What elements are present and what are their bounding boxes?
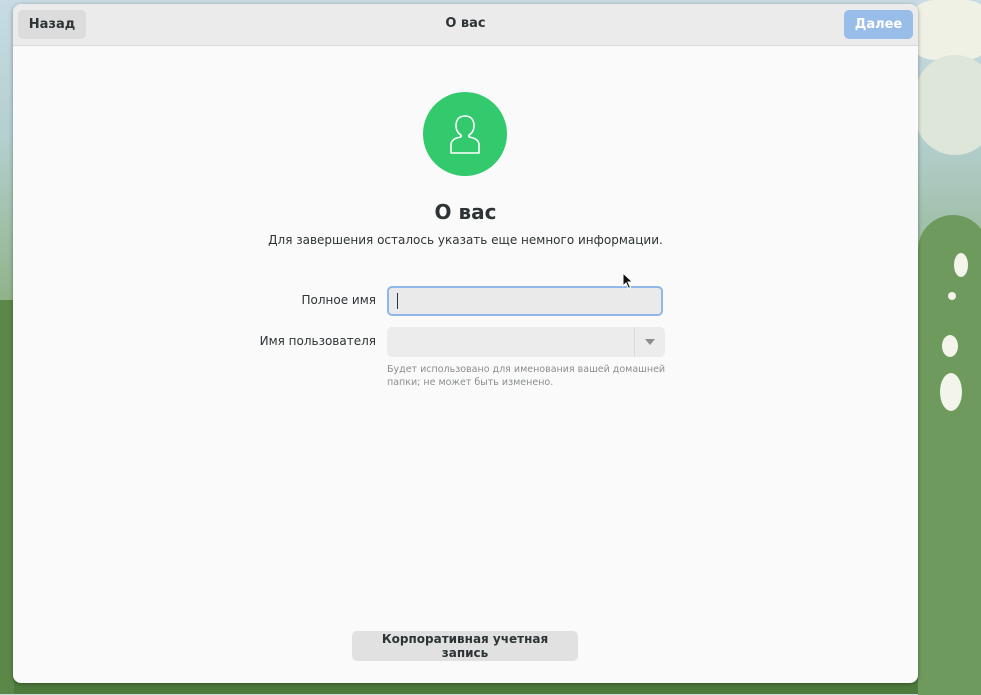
text-caret — [397, 293, 398, 309]
next-button[interactable]: Далее — [844, 10, 913, 39]
dropdown-toggle[interactable] — [635, 327, 665, 357]
header-bar: Назад О вас Далее — [13, 4, 918, 46]
wallpaper-cloud — [915, 55, 981, 155]
setup-window: Назад О вас Далее О вас Для завершения о… — [13, 4, 918, 683]
username-combobox[interactable] — [387, 327, 665, 357]
fullname-input[interactable] — [387, 286, 663, 316]
window-title: О вас — [445, 16, 486, 31]
username-label: Имя пользователя — [259, 334, 376, 348]
page-subtitle: Для завершения осталось указать еще немн… — [268, 233, 663, 247]
page-heading: О вас — [434, 200, 497, 224]
username-input[interactable] — [387, 327, 634, 357]
user-avatar-icon — [450, 115, 480, 154]
chevron-down-icon — [645, 339, 655, 345]
username-hint: Будет использовано для именования вашей … — [387, 364, 666, 388]
mouse-pointer-icon — [622, 272, 634, 290]
enterprise-login-button[interactable]: Корпоративная учетная запись — [352, 631, 578, 661]
wallpaper-edge — [0, 300, 14, 694]
fullname-label: Полное имя — [301, 293, 377, 307]
avatar-button[interactable] — [423, 92, 507, 176]
wallpaper-tree — [918, 215, 981, 695]
